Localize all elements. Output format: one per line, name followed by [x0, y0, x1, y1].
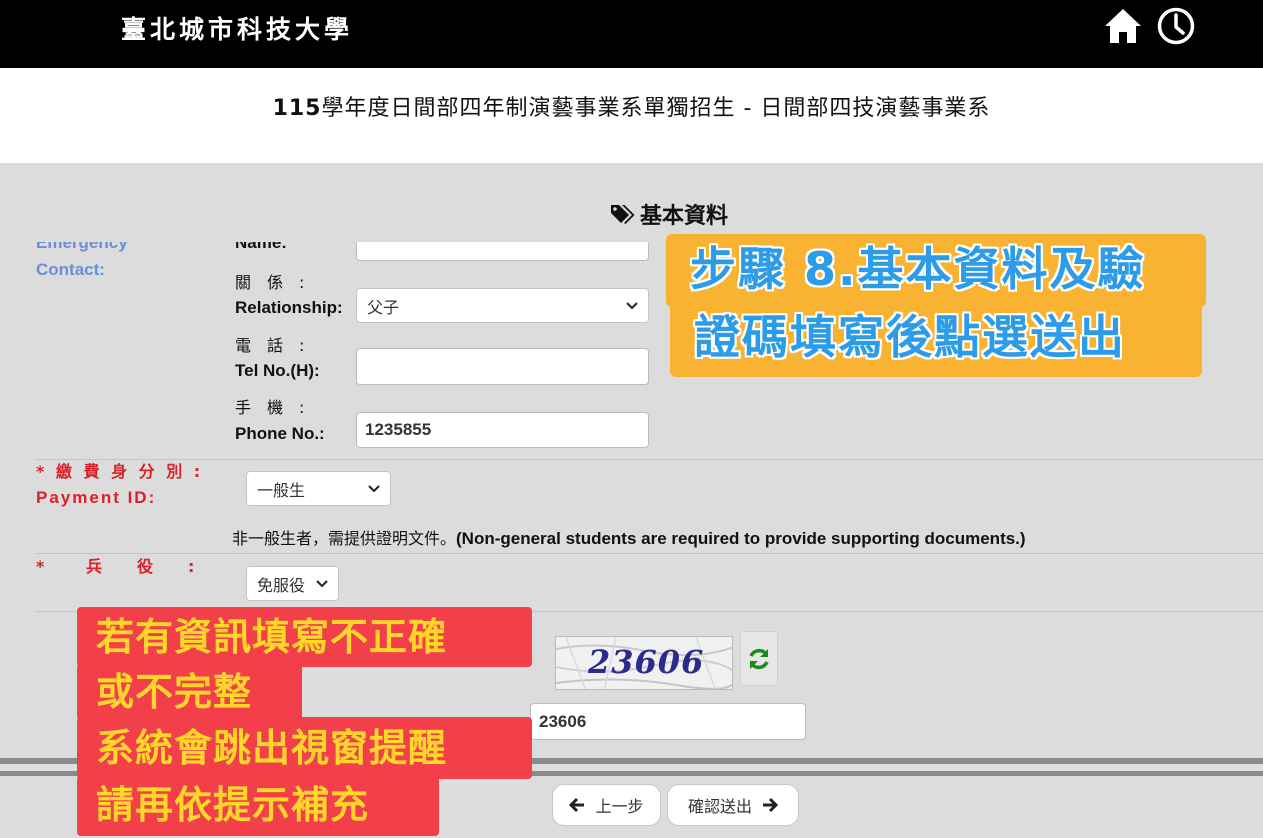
- warning-callout-line3: 系統會跳出視窗提醒: [77, 717, 532, 779]
- refresh-captcha-button[interactable]: [740, 631, 778, 686]
- emergency-contact-label: Contact:: [36, 260, 105, 279]
- captcha-image: 23606: [555, 636, 733, 690]
- submit-button[interactable]: 確認送出: [667, 784, 799, 826]
- relationship-select[interactable]: 父子: [356, 288, 649, 323]
- top-bar: 臺北城市科技大學: [0, 0, 1263, 68]
- prev-button[interactable]: 上一步: [552, 784, 661, 826]
- chevron-down-icon: [368, 484, 380, 492]
- section-title-text: 基本資料: [640, 204, 729, 229]
- tel-label-zh: 電 話 :: [235, 336, 305, 355]
- divider: [36, 459, 1263, 460]
- captcha-input[interactable]: 23606: [530, 703, 806, 740]
- clock-icon[interactable]: [1156, 6, 1196, 46]
- relationship-label-en: Relationship:: [235, 298, 343, 317]
- payment-select[interactable]: 一般生: [246, 471, 391, 506]
- payment-note: 非一般生者，需提供證明文件。(Non-general students are …: [232, 525, 1026, 549]
- warning-text3: 系統會跳出視窗提醒: [96, 726, 448, 770]
- chevron-down-icon: [626, 301, 638, 309]
- warning-callout-line4: 請再依提示補充: [77, 776, 439, 836]
- home-icon[interactable]: [1103, 6, 1143, 46]
- divider: [36, 553, 1263, 554]
- tags-icon: [611, 205, 635, 224]
- military-label-star: *: [36, 557, 47, 576]
- tel-label-en: Tel No.(H):: [235, 361, 320, 380]
- name-input[interactable]: [356, 242, 649, 261]
- captcha-text: 23606: [588, 643, 705, 681]
- school-name: 臺北城市科技大學: [121, 15, 354, 44]
- phone-input[interactable]: 1235855: [356, 412, 649, 448]
- title-text: 學年度日間部四年制演藝事業系單獨招生 - 日間部四技演藝事業系: [321, 96, 991, 121]
- arrow-left-icon: [569, 797, 585, 813]
- warning-text2: 或不完整: [96, 670, 253, 714]
- relationship-value: 父子: [367, 297, 400, 317]
- emergency-label-clip: Emergency: [36, 242, 176, 256]
- name-label: Name:: [235, 242, 287, 252]
- payment-value: 一般生: [257, 480, 306, 500]
- arrow-right-icon: [763, 797, 778, 813]
- step-callout-text2: 證碼填寫後點選送出: [694, 310, 1126, 364]
- chevron-down-icon: [316, 579, 328, 587]
- warning-text1: 若有資訊填寫不正確: [96, 615, 448, 659]
- step-callout-line2: 證碼填寫後點選送出: [670, 300, 1202, 377]
- payment-label-zh: * 繳 費 身 分 別 :: [36, 462, 204, 481]
- step-callout-line1: 步驟 8.基本資料及驗: [666, 234, 1206, 307]
- military-label: 兵 役 :: [86, 557, 196, 576]
- payment-note-zh: 非一般生者，需提供證明文件。: [232, 529, 457, 548]
- phone-label-zh: 手 機 :: [235, 398, 305, 417]
- name-input-clip: [356, 242, 650, 262]
- military-value: 免服役: [257, 575, 306, 595]
- page-title: 115學年度日間部四年制演藝事業系單獨招生 - 日間部四技演藝事業系: [0, 90, 1263, 122]
- emergency-label-top: Emergency: [36, 242, 128, 252]
- title-year: 115: [272, 96, 322, 121]
- section-title: 基本資料: [610, 198, 728, 230]
- phone-label-en: Phone No.:: [235, 424, 325, 443]
- warning-callout-line1: 若有資訊填寫不正確: [77, 607, 532, 667]
- refresh-icon: [749, 648, 769, 669]
- name-label-clip: Name:: [235, 242, 325, 256]
- prev-button-label: 上一步: [595, 797, 644, 816]
- military-select[interactable]: 免服役: [246, 566, 339, 601]
- tel-input[interactable]: [356, 348, 649, 385]
- submit-button-label: 確認送出: [687, 797, 752, 816]
- payment-label-en: Payment ID:: [36, 488, 157, 507]
- title-bar: 115學年度日間部四年制演藝事業系單獨招生 - 日間部四技演藝事業系: [0, 68, 1263, 163]
- warning-text4: 請再依提示補充: [96, 783, 370, 827]
- step-callout-text1: 步驟 8.基本資料及驗: [690, 242, 1146, 296]
- relationship-label-zh: 關 係 :: [235, 273, 305, 292]
- warning-callout-line2: 或不完整: [77, 664, 302, 720]
- payment-note-en: (Non-general students are required to pr…: [456, 529, 1026, 548]
